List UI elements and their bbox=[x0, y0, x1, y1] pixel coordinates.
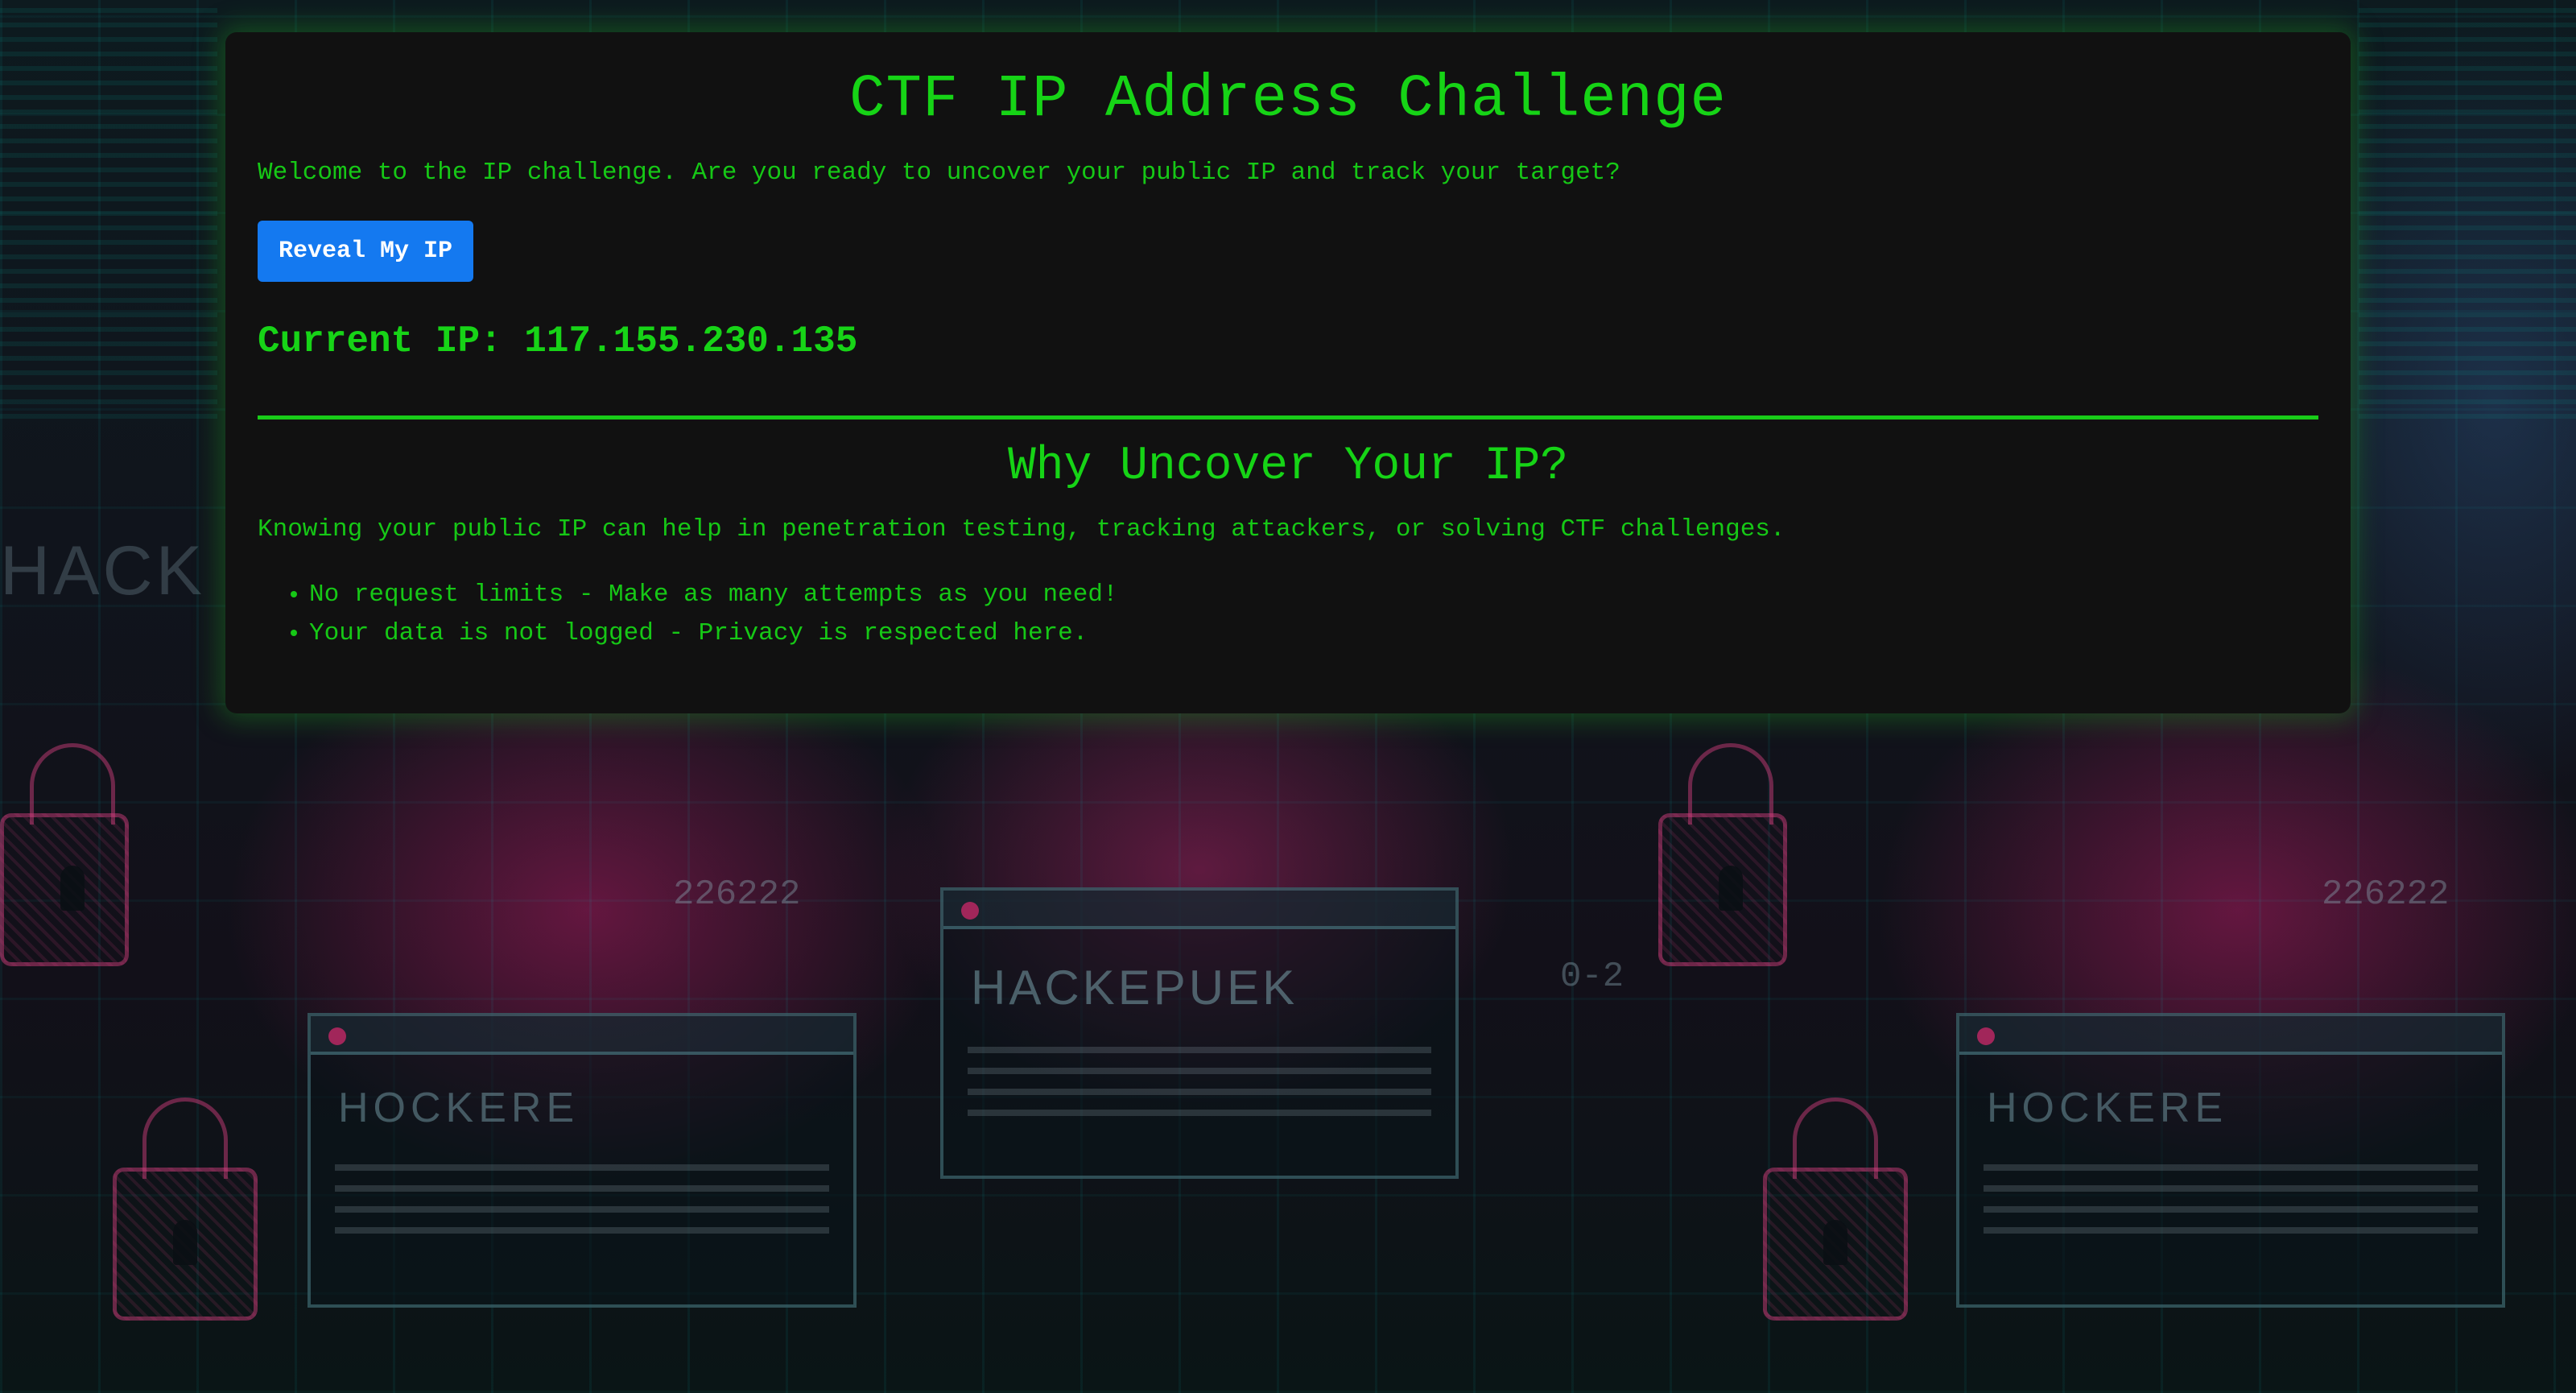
background-code-mid: 0-2 bbox=[1560, 957, 1624, 997]
code-rain-left bbox=[0, 0, 217, 419]
welcome-text: Welcome to the IP challenge. Are you rea… bbox=[258, 159, 1620, 188]
background-code-left: 226222 bbox=[673, 874, 801, 915]
background-hack-text: HACK bbox=[0, 532, 205, 610]
reveal-ip-button[interactable]: Reveal My IP bbox=[258, 220, 474, 282]
page-title: CTF IP Address Challenge bbox=[849, 66, 1727, 134]
background-window-middle: HACKEPUEK bbox=[940, 887, 1459, 1179]
padlock-icon bbox=[0, 743, 129, 966]
code-rain-right bbox=[2359, 0, 2576, 419]
section-title: Why Uncover Your IP? bbox=[1007, 440, 1569, 493]
feature-list: No request limits - Make as many attempt… bbox=[258, 576, 2318, 653]
section-description: Knowing your public IP can help in penet… bbox=[258, 515, 1785, 544]
background-code-right: 226222 bbox=[2322, 874, 2450, 915]
padlock-icon bbox=[113, 1097, 258, 1321]
list-item: Your data is not logged - Privacy is res… bbox=[309, 614, 2318, 653]
current-ip-label: Current IP: bbox=[258, 320, 502, 362]
background-window-right: HOCKERE bbox=[1956, 1013, 2505, 1308]
challenge-panel: CTF IP Address Challenge Welcome to the … bbox=[225, 32, 2351, 713]
current-ip-value: 117.155.230.135 bbox=[524, 320, 858, 362]
current-ip-display: Current IP: 117.155.230.135 bbox=[258, 320, 2318, 362]
list-item: No request limits - Make as many attempt… bbox=[309, 576, 2318, 614]
background-window-left: HOCKERE bbox=[308, 1013, 857, 1308]
padlock-icon bbox=[1658, 743, 1787, 966]
padlock-icon bbox=[1763, 1097, 1908, 1321]
section-divider bbox=[258, 415, 2318, 420]
